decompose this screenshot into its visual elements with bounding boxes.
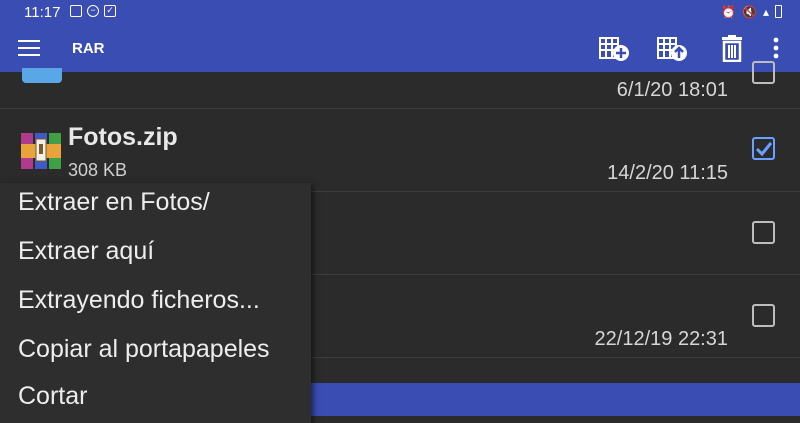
file-row[interactable]: 6/1/20 18:01 <box>0 61 800 109</box>
file-date: 22/12/19 22:31 <box>594 328 728 350</box>
menu-item-extract-files[interactable]: Extrayendo ficheros... <box>18 286 260 315</box>
add-to-archive-icon[interactable] <box>598 34 630 62</box>
context-menu: Extraer en Fotos/ Extraer aquí Extrayend… <box>0 183 311 423</box>
image-icon <box>70 5 82 17</box>
dnd-icon: − <box>87 5 99 17</box>
menu-item-copy-to-clipboard[interactable]: Copiar al portapapeles <box>18 335 270 364</box>
menu-icon[interactable] <box>18 40 40 56</box>
file-checkbox[interactable] <box>752 137 775 160</box>
signal-icon: ▴ <box>762 5 769 19</box>
status-time: 11:17 <box>24 4 61 21</box>
check-icon: ✓ <box>104 5 116 17</box>
status-bar: 11:17 − ✓ ⏰ 🔇 ▴ <box>0 0 800 24</box>
file-date: 6/1/20 18:01 <box>616 79 728 101</box>
file-checkbox[interactable] <box>752 304 775 327</box>
file-row[interactable]: Fotos.zip 308 KB 14/2/20 11:15 <box>0 109 800 192</box>
menu-item-extract-here[interactable]: Extraer aquí <box>18 237 154 266</box>
bottom-bar <box>311 383 800 416</box>
app-bar: RAR <box>0 24 800 72</box>
file-date: 14/2/20 11:15 <box>607 162 728 184</box>
file-checkbox[interactable] <box>752 61 775 84</box>
rar-archive-icon <box>21 133 61 169</box>
checkmark-icon <box>755 142 773 157</box>
extract-icon[interactable] <box>656 34 688 62</box>
menu-item-extract-to-folder[interactable]: Extraer en Fotos/ <box>18 188 210 217</box>
more-icon[interactable] <box>762 34 790 62</box>
battery-icon <box>775 5 782 18</box>
file-checkbox[interactable] <box>752 221 775 244</box>
file-name: Fotos.zip <box>68 123 178 151</box>
file-size: 308 KB <box>68 160 128 180</box>
folder-icon <box>22 68 62 83</box>
app-title: RAR <box>72 40 105 57</box>
delete-icon[interactable] <box>716 34 748 62</box>
menu-item-cut[interactable]: Cortar <box>18 382 87 411</box>
mute-icon: 🔇 <box>742 5 757 19</box>
alarm-icon: ⏰ <box>721 5 737 19</box>
